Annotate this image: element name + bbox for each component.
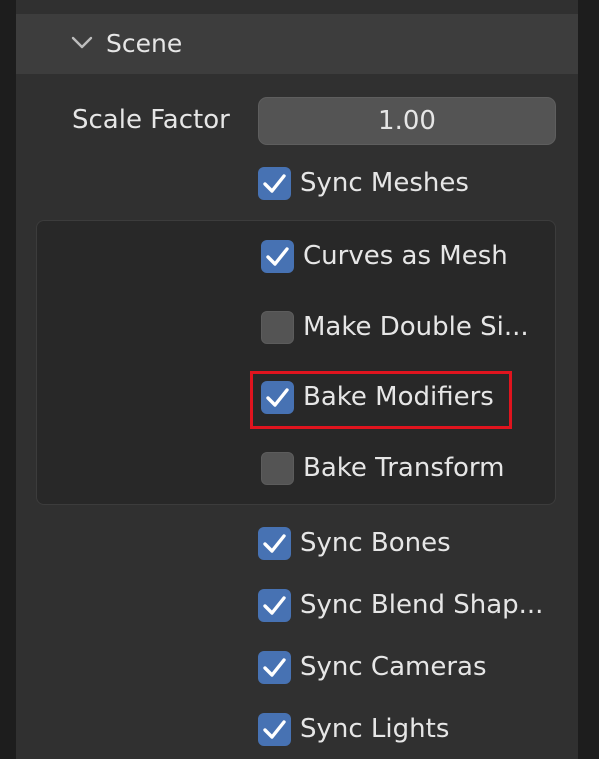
checkmark-icon	[263, 596, 286, 615]
scene-panel-header[interactable]	[16, 14, 578, 74]
scale-factor-value: 1.00	[378, 106, 436, 136]
sync-bones-label[interactable]: Sync Bones	[300, 526, 451, 560]
scale-factor-label: Scale Factor	[72, 105, 230, 135]
checkmark-icon	[263, 534, 286, 553]
checkmark-icon	[263, 174, 286, 193]
checkmark-icon	[266, 247, 289, 266]
sync-lights-checkbox[interactable]	[258, 713, 291, 746]
scale-factor-field[interactable]: 1.00	[258, 97, 556, 145]
panel-title: Scene	[106, 29, 183, 58]
bake-transform-checkbox[interactable]	[261, 452, 294, 485]
curves-as-mesh-label[interactable]: Curves as Mesh	[303, 239, 508, 273]
sync-meshes-checkbox[interactable]	[258, 167, 291, 200]
highlight-box	[250, 371, 512, 429]
properties-editor: Scene Scale Factor 1.00 Sync Meshes Curv…	[0, 0, 599, 759]
make-double-sided-label[interactable]: Make Double Si...	[303, 310, 529, 344]
sync-bones-checkbox[interactable]	[258, 527, 291, 560]
curves-as-mesh-checkbox[interactable]	[261, 240, 294, 273]
sync-cameras-checkbox[interactable]	[258, 651, 291, 684]
checkmark-icon	[263, 658, 286, 677]
sync-cameras-label[interactable]: Sync Cameras	[300, 650, 487, 684]
sync-meshes-label[interactable]: Sync Meshes	[300, 166, 469, 200]
chevron-down-icon[interactable]	[70, 34, 94, 52]
bake-transform-label[interactable]: Bake Transform	[303, 451, 505, 485]
sync-blend-shapes-label[interactable]: Sync Blend Shap...	[300, 588, 543, 622]
make-double-sided-checkbox[interactable]	[261, 311, 294, 344]
checkmark-icon	[263, 720, 286, 739]
sync-lights-label[interactable]: Sync Lights	[300, 712, 449, 746]
sync-blend-shapes-checkbox[interactable]	[258, 589, 291, 622]
